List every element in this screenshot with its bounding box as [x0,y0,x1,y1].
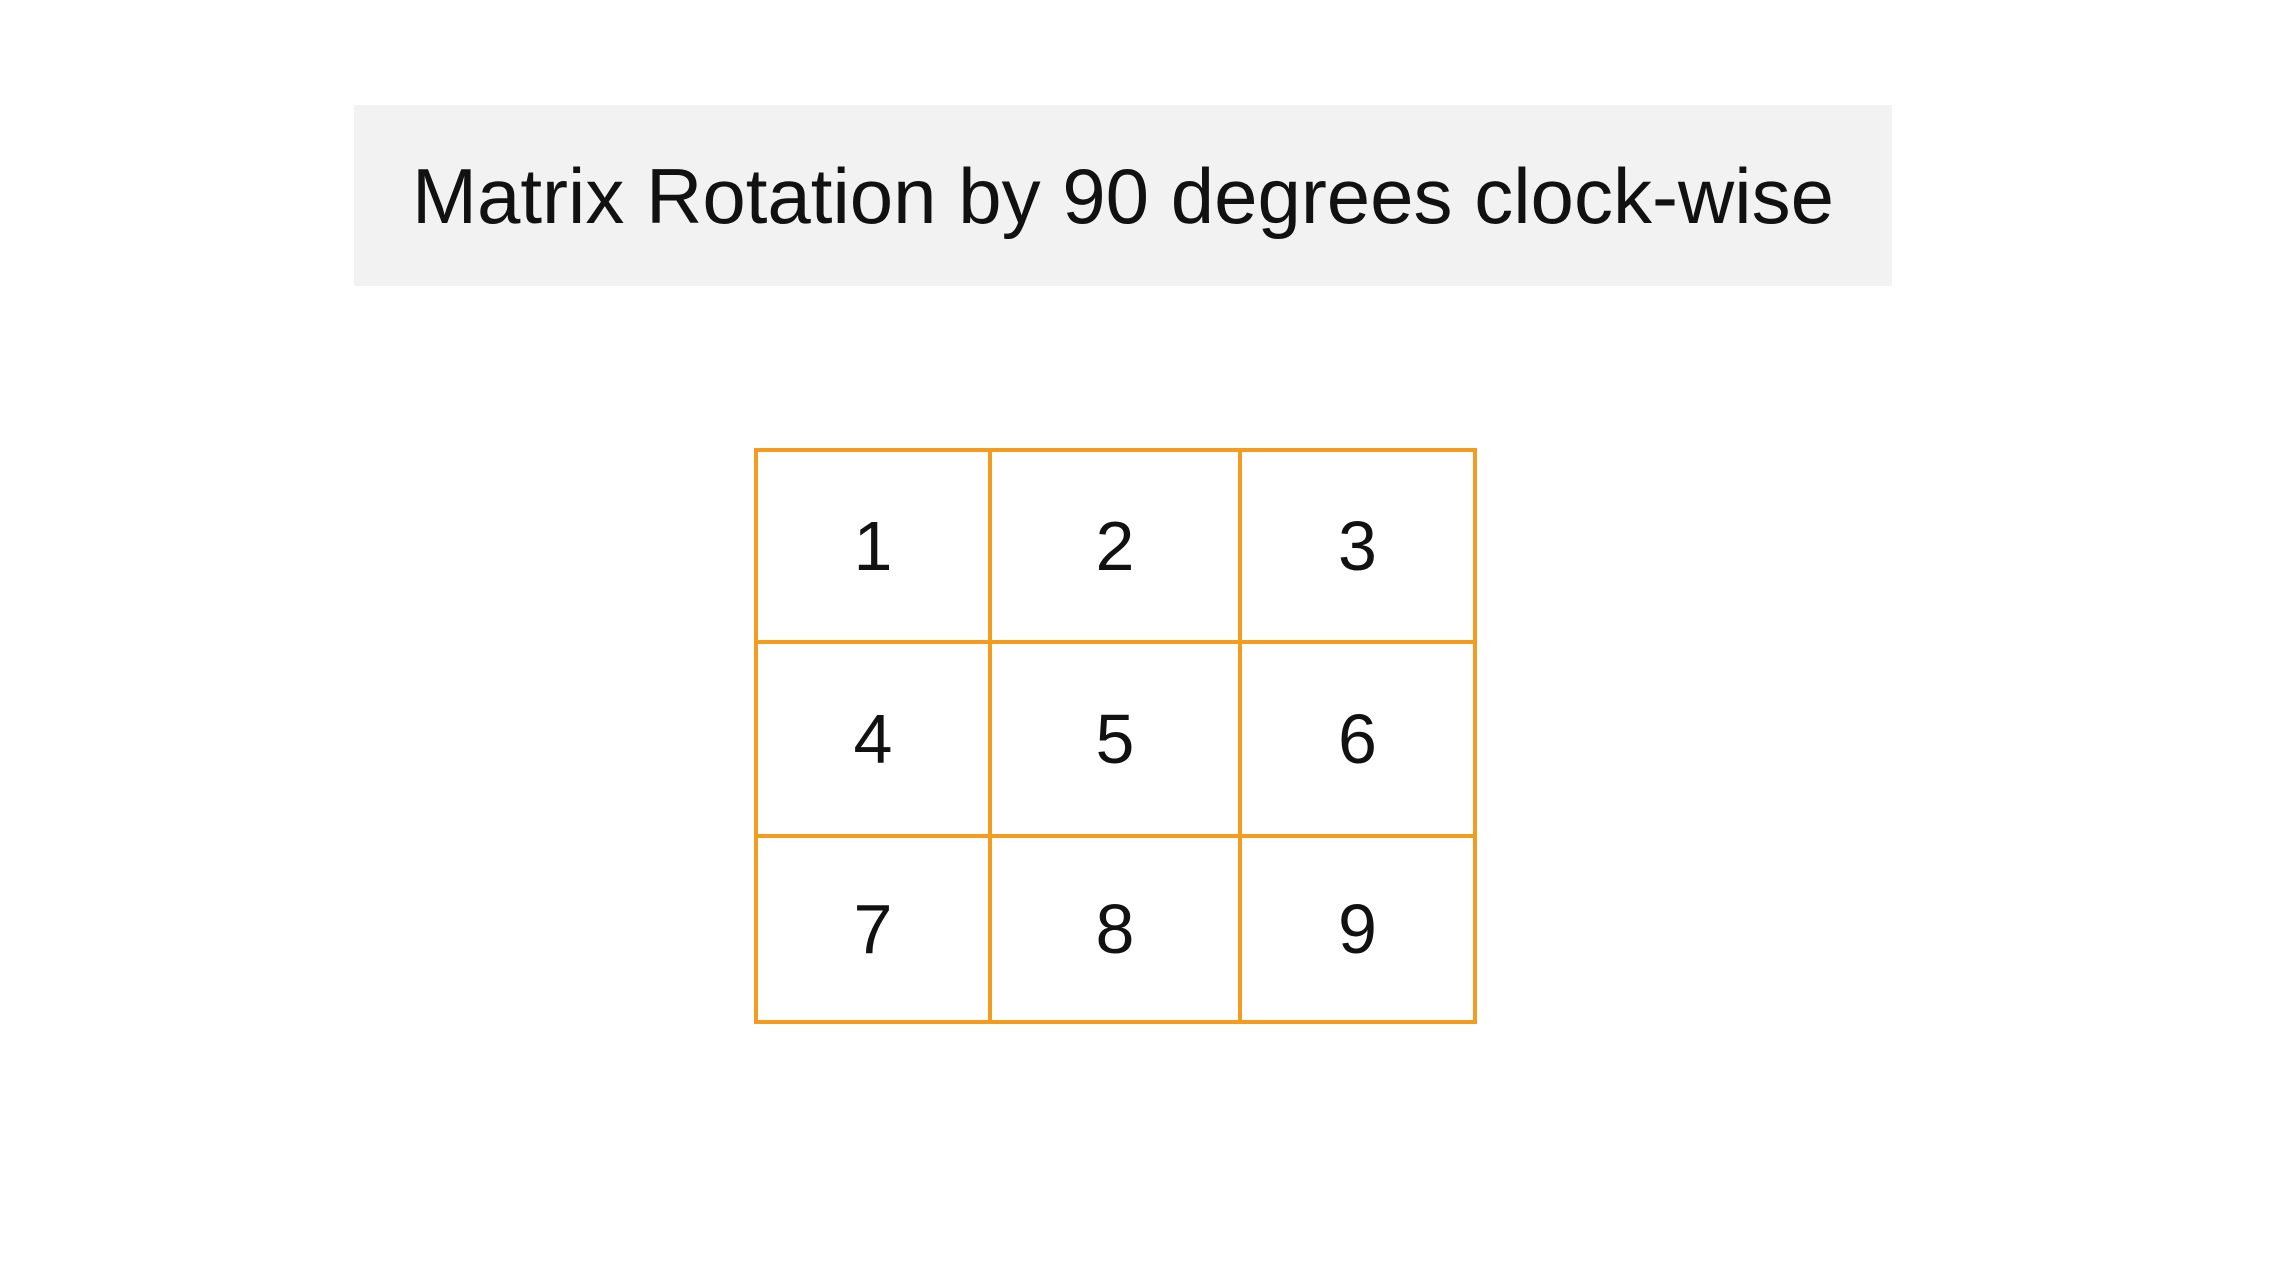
matrix-cell-r1-c3: 3 [1242,452,1473,644]
matrix-cell-r2-c3: 6 [1242,644,1473,838]
matrix-cell-r2-c1: 4 [758,644,992,838]
matrix-cell-r3-c3: 9 [1338,890,1377,968]
matrix-cell-r3-c2: 8 [992,838,1242,1020]
matrix-grid: 1 2 3 4 5 6 7 8 9 [754,448,1477,1024]
matrix-cell-r2-c2: 5 [992,644,1242,838]
title-banner: Matrix Rotation by 90 degrees clock-wise [354,105,1892,286]
matrix-cell-r3-c1: 7 [758,838,992,1020]
matrix-cell-r1-c2: 2 [992,452,1242,644]
diagram-title: Matrix Rotation by 90 degrees clock-wise [412,151,1834,240]
matrix-cell-r1-c1: 1 [758,452,992,644]
